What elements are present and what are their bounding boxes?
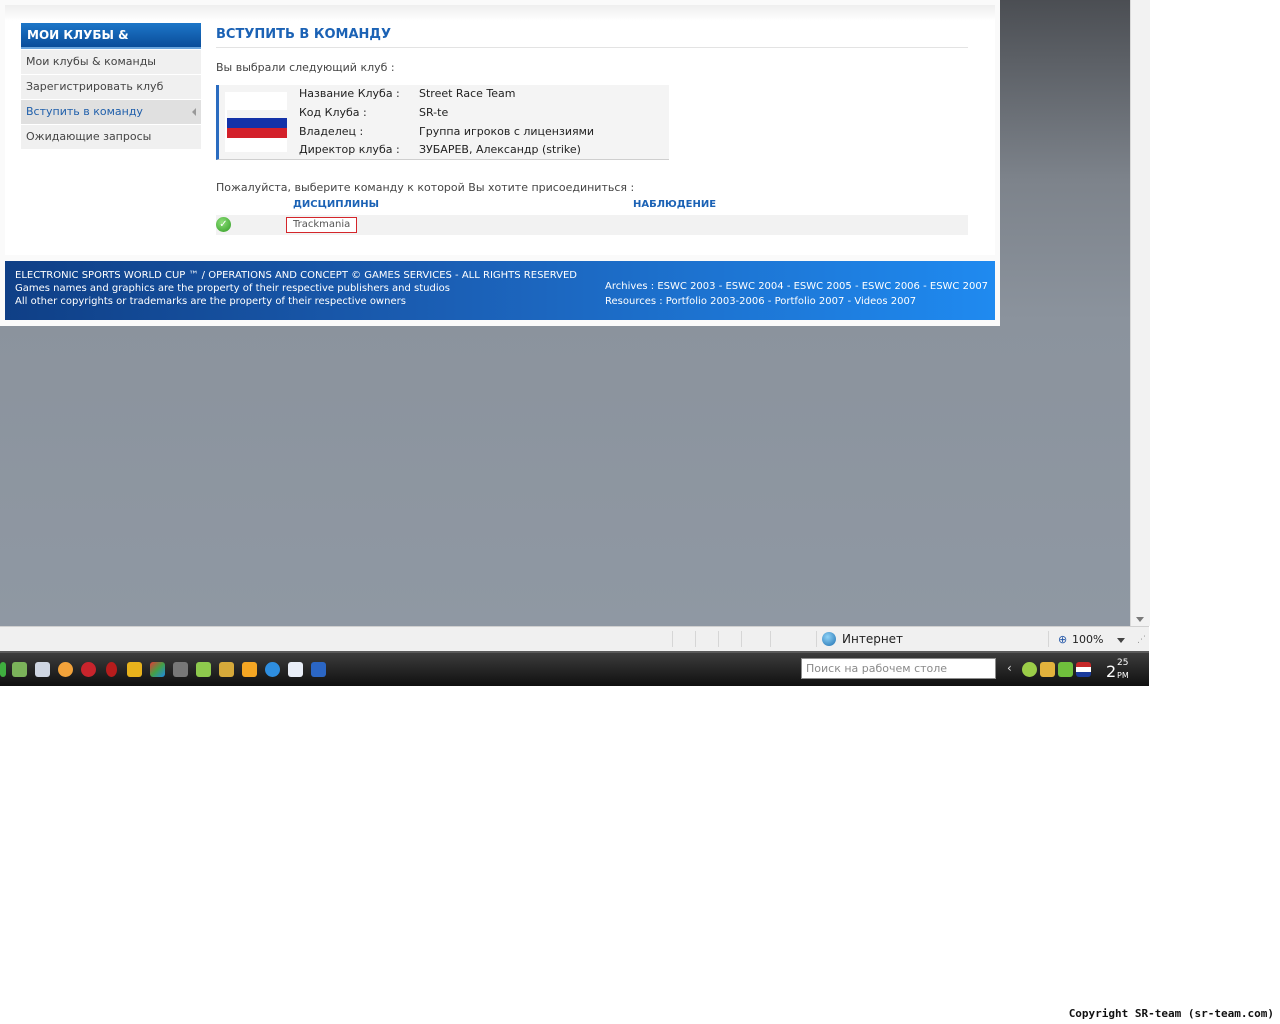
- sidebar-title: МОИ КЛУБЫ & КОМАНДЫ: [21, 23, 201, 66]
- club-director-value: ЗУБАРЕВ, Александр (strike): [419, 143, 581, 156]
- mail-icon[interactable]: [288, 662, 303, 677]
- language-flag-icon[interactable]: [1076, 662, 1091, 677]
- club-owner-label: Владелец :: [299, 125, 364, 138]
- footer: ELECTRONIC SPORTS WORLD CUP ™ / OPERATIO…: [5, 261, 995, 320]
- sidebar-item-join-team[interactable]: Вступить в команду: [21, 99, 201, 124]
- club-name-label: Название Клуба :: [299, 87, 400, 100]
- footer-games-notice: Games names and graphics are the propert…: [15, 283, 450, 294]
- zoom-level[interactable]: 100%: [1072, 633, 1103, 646]
- footer-resources-links[interactable]: Resources : Portfolio 2003-2006 - Portfo…: [605, 296, 916, 307]
- clock-minutes[interactable]: 25: [1117, 658, 1128, 668]
- sidebar-item-label: Зарегистрировать клуб: [26, 80, 164, 93]
- table-row[interactable]: ✓ Trackmania: [216, 215, 968, 235]
- messenger-icon[interactable]: [58, 662, 73, 677]
- sidebar-item-label: Вступить в команду: [26, 105, 143, 118]
- editor-app-icon[interactable]: [127, 662, 142, 677]
- check-icon[interactable]: ✓: [216, 217, 231, 232]
- sidebar: МОИ КЛУБЫ & КОМАНДЫ Мои клубы & команды …: [21, 23, 201, 149]
- vertical-scrollbar[interactable]: [1130, 0, 1150, 626]
- tray-folder-icon[interactable]: [1040, 662, 1055, 677]
- club-owner-value: Группа игроков с лицензиями: [419, 125, 595, 138]
- clock-ampm[interactable]: PM: [1117, 671, 1129, 680]
- desktop-window-icon[interactable]: [311, 662, 326, 677]
- sidebar-item-label: Ожидающие запросы: [26, 130, 152, 143]
- scroll-down-arrow-icon[interactable]: [1136, 617, 1144, 622]
- page-frame: МОИ КЛУБЫ & КОМАНДЫ Мои клубы & команды …: [0, 0, 1000, 326]
- media-player-icon[interactable]: [242, 662, 257, 677]
- club-code-label: Код Клуба :: [299, 106, 367, 119]
- security-zone-label: Интернет: [842, 632, 904, 646]
- content-top-shade: [5, 5, 995, 21]
- page-viewport: МОИ КЛУБЫ & КОМАНДЫ Мои клубы & команды …: [0, 0, 1130, 626]
- tray-expand-chevron-icon[interactable]: ‹: [1007, 661, 1012, 675]
- start-button-edge-icon[interactable]: [0, 662, 6, 677]
- internet-zone-globe-icon: [822, 632, 836, 646]
- tray-tool-icon[interactable]: [1058, 662, 1073, 677]
- resize-grip-icon[interactable]: ⋰: [1137, 635, 1146, 645]
- sidebar-item-my-clubs[interactable]: Мои клубы & команды: [21, 49, 201, 74]
- sidebar-item-register-club[interactable]: Зарегистрировать клуб: [21, 74, 201, 99]
- footer-archives-links[interactable]: Archives : ESWC 2003 - ESWC 2004 - ESWC …: [605, 281, 988, 292]
- club-info-box: Название Клуба : Street Race Team Код Кл…: [216, 85, 669, 160]
- main-content: ВСТУПИТЬ В КОМАНДУ Вы выбрали следующий …: [216, 23, 968, 235]
- column-header-observation: НАБЛЮДЕНИЕ: [633, 199, 717, 210]
- club-name-value: Street Race Team: [419, 87, 516, 100]
- selected-club-label: Вы выбрали следующий клуб :: [216, 61, 395, 74]
- team-name-trackmania[interactable]: Trackmania: [286, 217, 358, 233]
- taskbar: Поиск на рабочем столе ‹ 2 25 PM: [0, 651, 1149, 686]
- camera-app-icon[interactable]: [173, 662, 188, 677]
- copyright-watermark: Copyright SR-team (sr-team.com): [1068, 1007, 1274, 1020]
- sidebar-item-pending-requests[interactable]: Ожидающие запросы: [21, 124, 201, 149]
- zoom-magnifier-icon[interactable]: ⊕: [1058, 633, 1067, 646]
- tray-app-icon[interactable]: [1022, 662, 1037, 677]
- footer-trademarks-notice: All other copyrights or trademarks are t…: [15, 296, 406, 307]
- club-code-value: SR-te: [419, 106, 449, 119]
- opera-browser-icon[interactable]: [106, 662, 117, 677]
- column-header-disciplines: ДИСЦИПЛИНЫ: [293, 199, 380, 210]
- page-title: ВСТУПИТЬ В КОМАНДУ: [216, 23, 968, 48]
- media-app-icon[interactable]: [81, 662, 96, 677]
- club-flag-image: [225, 92, 287, 152]
- desktop-search-input[interactable]: Поиск на рабочем столе: [801, 658, 996, 679]
- browser-window: МОИ КЛУБЫ & КОМАНДЫ Мои клубы & команды …: [0, 0, 1150, 686]
- network-tool-icon[interactable]: [12, 662, 27, 677]
- club-director-label: Директор клуба :: [299, 143, 400, 156]
- active-arrow-icon: [192, 108, 196, 116]
- choose-team-label: Пожалуйста, выберите команду к которой В…: [216, 181, 635, 194]
- spreadsheet-app-icon[interactable]: [196, 662, 211, 677]
- clock-hour[interactable]: 2: [1106, 662, 1116, 681]
- content-panel: МОИ КЛУБЫ & КОМАНДЫ Мои клубы & команды …: [5, 5, 995, 255]
- internet-explorer-icon[interactable]: [265, 662, 280, 677]
- show-desktop-icon[interactable]: [35, 662, 50, 677]
- picasa-icon[interactable]: [150, 662, 165, 677]
- status-bar: Интернет ⊕ 100% ⋰: [0, 626, 1149, 652]
- notes-app-icon[interactable]: [219, 662, 234, 677]
- zoom-dropdown-arrow-icon[interactable]: [1117, 638, 1125, 643]
- sidebar-item-label: Мои клубы & команды: [26, 55, 156, 68]
- footer-copyright: ELECTRONIC SPORTS WORLD CUP ™ / OPERATIO…: [15, 270, 577, 281]
